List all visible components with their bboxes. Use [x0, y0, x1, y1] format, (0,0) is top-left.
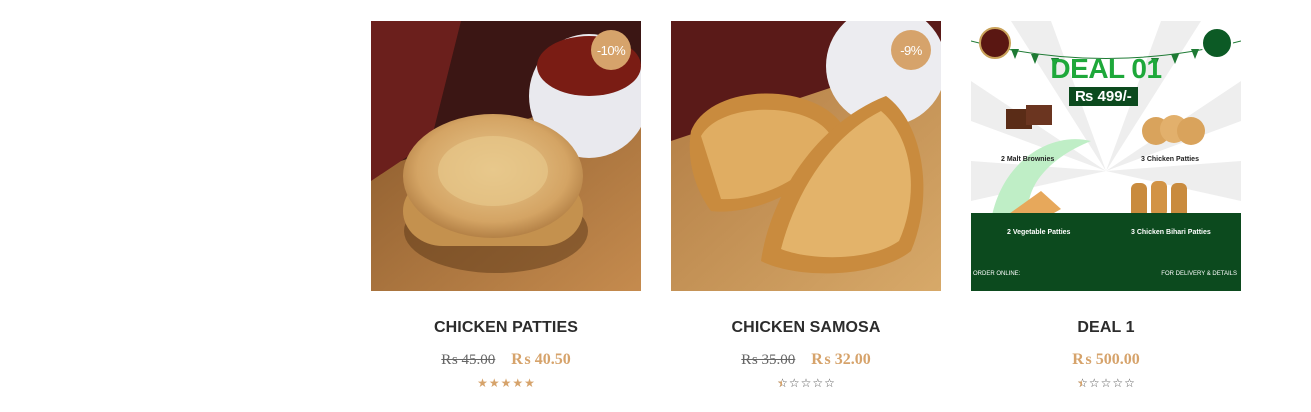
product-image-chicken-patties[interactable]: -10% — [371, 21, 641, 291]
product-card: -10% CHICKEN PATTIES ₨ 45.00 ₨ 40.50 ★ ★… — [371, 21, 641, 389]
star-empty-icon: ☆ — [1100, 376, 1112, 390]
order-online-text: ORDER ONLINE: — [973, 271, 1021, 277]
product-grid: -10% CHICKEN PATTIES ₨ 45.00 ₨ 40.50 ★ ★… — [371, 21, 1241, 389]
star-icon: ★ — [500, 376, 512, 390]
deal-item: 3 Chicken Patties — [1141, 156, 1199, 163]
discount-badge: -9% — [891, 30, 931, 70]
deal-item: 2 Malt Brownies — [1001, 156, 1055, 163]
star-rating: ★ ★ ★ ★ ★ — [477, 377, 535, 389]
old-price: ₨ 35.00 — [741, 352, 796, 368]
product-title[interactable]: DEAL 1 — [1077, 319, 1134, 337]
star-empty-icon: ☆ — [788, 376, 800, 390]
star-empty-icon: ☆ — [1088, 376, 1100, 390]
star-empty-icon: ☆ — [1124, 376, 1135, 390]
star-icon: ★ — [477, 376, 488, 390]
delivery-details-text: FOR DELIVERY & DETAILS — [1161, 271, 1237, 277]
star-rating: ☆ ☆ ☆ ☆ ☆ — [1077, 377, 1135, 389]
star-empty-icon: ☆ — [1112, 376, 1124, 390]
product-card: DEAL 01 ₨ 499/- 2 Malt Brownies 3 Chicke… — [971, 21, 1241, 389]
deal-footer-band — [971, 213, 1241, 291]
star-half-icon: ☆ — [1077, 377, 1088, 389]
product-title[interactable]: CHICKEN PATTIES — [434, 319, 578, 337]
star-icon: ★ — [524, 376, 535, 390]
star-icon: ★ — [488, 376, 500, 390]
product-image-deal-1[interactable]: DEAL 01 ₨ 499/- 2 Malt Brownies 3 Chicke… — [971, 21, 1241, 291]
product-title[interactable]: CHICKEN SAMOSA — [732, 319, 881, 337]
star-empty-icon: ☆ — [824, 376, 835, 390]
sale-price: ₨ 40.50 — [511, 351, 571, 368]
product-card: -9% CHICKEN SAMOSA ₨ 35.00 ₨ 32.00 ☆ ☆ ☆… — [671, 21, 941, 389]
old-price: ₨ 45.00 — [441, 352, 496, 368]
deal-banner-price: ₨ 499/- — [1069, 87, 1138, 106]
sale-price: ₨ 500.00 — [1072, 351, 1140, 368]
price-row: ₨ 35.00 ₨ 32.00 — [741, 351, 870, 369]
star-empty-icon: ☆ — [800, 376, 812, 390]
star-empty-icon: ☆ — [812, 376, 824, 390]
star-icon: ★ — [512, 376, 524, 390]
price-row: ₨ 45.00 ₨ 40.50 — [441, 351, 570, 369]
deal-item: 3 Chicken Bihari Patties — [1131, 229, 1211, 236]
star-rating: ☆ ☆ ☆ ☆ ☆ — [777, 377, 835, 389]
deal-heading: DEAL 01 — [1050, 53, 1162, 84]
sale-price: ₨ 32.00 — [811, 351, 871, 368]
deal-item: 2 Vegetable Patties — [1007, 229, 1071, 236]
discount-badge: -10% — [591, 30, 631, 70]
price-row: ₨ 500.00 — [1072, 351, 1139, 369]
product-image-chicken-samosa[interactable]: -9% — [671, 21, 941, 291]
star-half-icon: ☆ — [777, 377, 788, 389]
